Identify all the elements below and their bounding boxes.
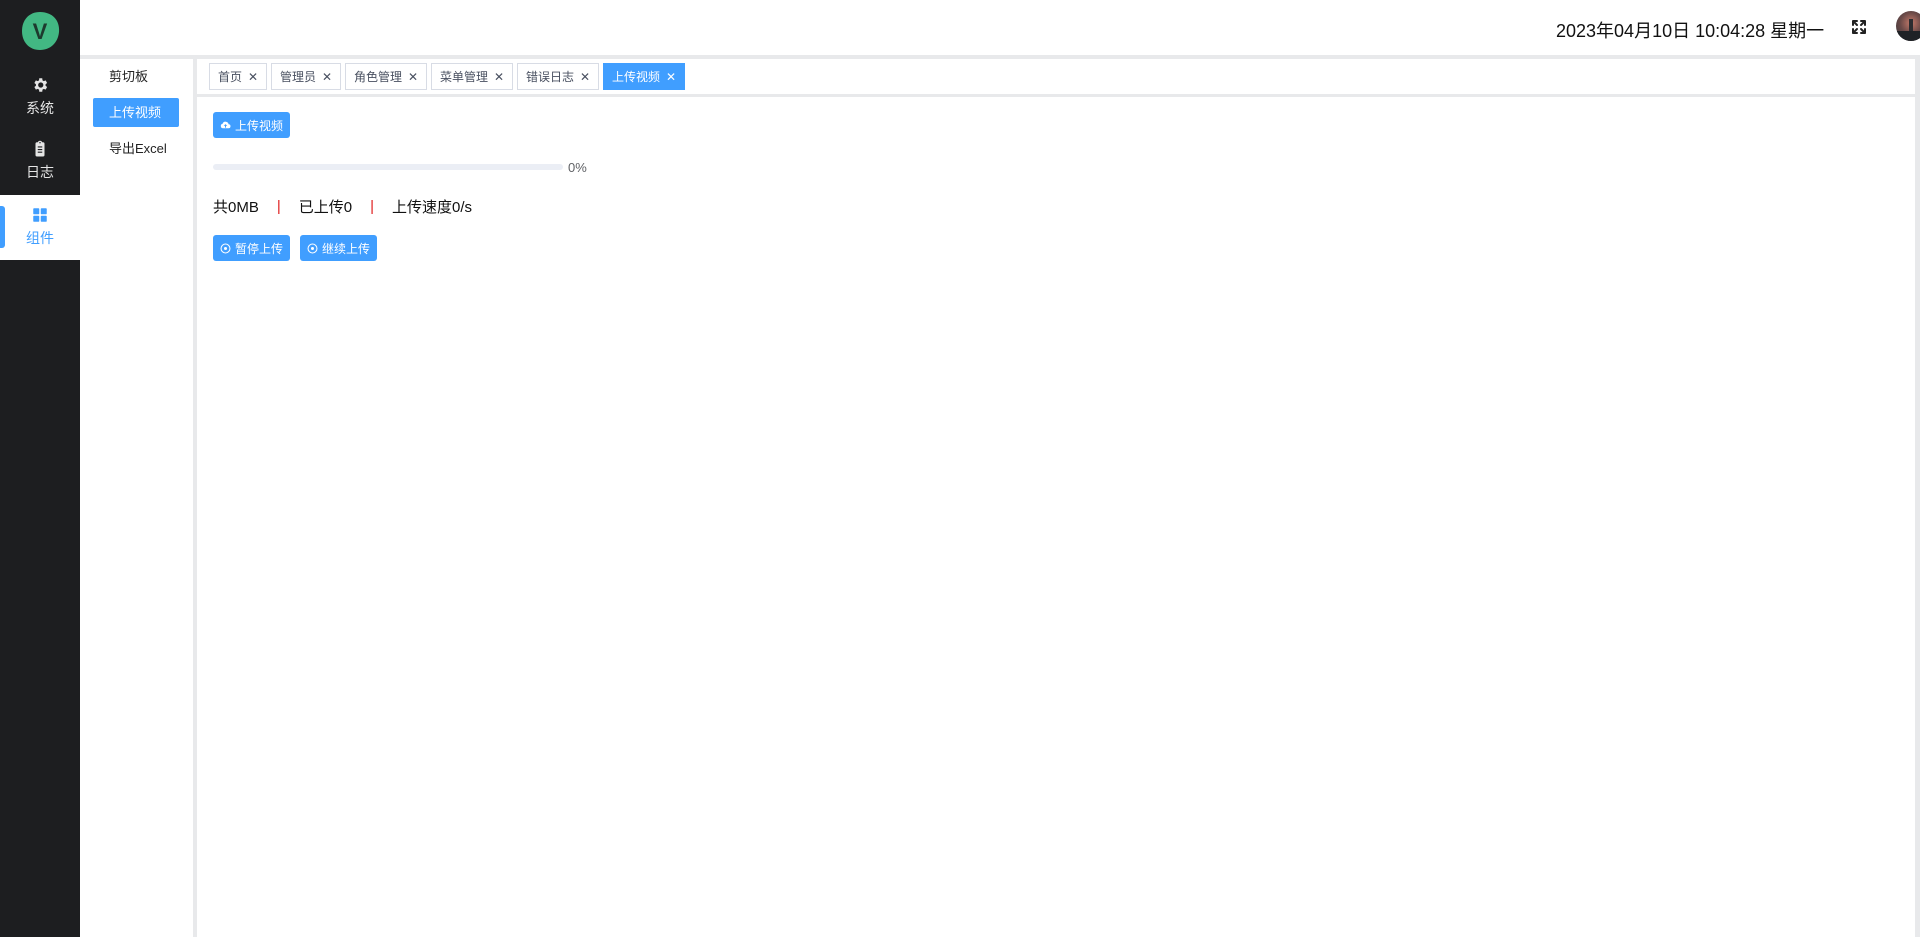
tab-label: 角色管理 — [354, 70, 403, 84]
tab-label: 首页 — [218, 70, 243, 84]
close-icon[interactable]: ✕ — [666, 71, 676, 83]
rail-item-label: 系统 — [26, 100, 54, 116]
progress-text: 0% — [568, 160, 587, 175]
tab-label: 错误日志 — [526, 70, 575, 84]
tab-upload-video[interactable]: 上传视频 ✕ — [603, 63, 686, 90]
tab-label: 上传视频 — [612, 70, 661, 84]
close-icon[interactable]: ✕ — [408, 71, 418, 83]
close-icon[interactable]: ✕ — [248, 71, 258, 83]
close-icon[interactable]: ✕ — [322, 71, 332, 83]
avatar-image — [1896, 19, 1920, 41]
grid-icon — [33, 208, 47, 222]
button-label: 继续上传 — [322, 241, 371, 256]
separator: | — [370, 198, 374, 215]
datetime-display: 2023年04月10日 10:04:28 星期一 — [1556, 21, 1825, 41]
total-size: 共0MB — [213, 199, 259, 216]
nav-rail: V 系统 日志 组件 — [0, 0, 80, 937]
tab-home[interactable]: 首页 ✕ — [209, 63, 268, 90]
main-content — [197, 97, 1915, 937]
rail-item-components[interactable]: 组件 — [0, 199, 80, 255]
rail-item-label: 日志 — [26, 164, 54, 180]
submenu-item-upload-video[interactable]: 上传视频 — [93, 98, 179, 127]
app-logo[interactable]: V — [19, 10, 61, 52]
submenu-item-export-excel[interactable]: 导出Excel — [93, 134, 179, 163]
rail-item-system[interactable]: 系统 — [0, 69, 80, 125]
close-icon[interactable]: ✕ — [580, 71, 590, 83]
tab-error-log[interactable]: 错误日志 ✕ — [517, 63, 600, 90]
cloud-upload-icon — [220, 121, 231, 128]
rail-item-log[interactable]: 日志 — [0, 133, 80, 189]
tab-menu-management[interactable]: 菜单管理 ✕ — [431, 63, 514, 90]
sub-menu: 剪切板 上传视频 导出Excel — [80, 59, 193, 937]
button-label: 上传视频 — [235, 118, 284, 133]
pause-circle-icon — [220, 243, 231, 253]
upload-progress-bar — [213, 164, 563, 170]
resume-upload-button[interactable]: 继续上传 — [300, 235, 378, 261]
play-circle-icon — [307, 243, 318, 253]
fullscreen-icon[interactable] — [1850, 18, 1868, 36]
tab-label: 管理员 — [280, 70, 317, 84]
top-header: 2023年04月10日 10:04:28 星期一 — [80, 0, 1920, 55]
upload-stats: 共0MB | 已上传0 | 上传速度0/s — [213, 196, 472, 217]
tab-admin[interactable]: 管理员 ✕ — [271, 63, 342, 90]
pause-upload-button[interactable]: 暂停上传 — [213, 235, 291, 261]
uploaded-size: 已上传0 — [298, 199, 353, 216]
clipboard-icon — [35, 140, 45, 157]
separator: | — [276, 198, 281, 215]
rail-item-label: 组件 — [26, 230, 54, 246]
logo-icon: V — [22, 12, 60, 50]
avatar[interactable] — [1896, 11, 1920, 41]
submenu-item-clipboard[interactable]: 剪切板 — [93, 62, 179, 91]
upload-speed: 上传速度0/s — [392, 199, 473, 216]
gear-icon — [34, 78, 48, 92]
button-label: 暂停上传 — [235, 241, 284, 256]
upload-video-button[interactable]: 上传视频 — [213, 112, 291, 138]
tab-label: 菜单管理 — [440, 70, 489, 84]
svg-text:V: V — [33, 19, 48, 44]
tab-role-management[interactable]: 角色管理 ✕ — [345, 63, 428, 90]
close-icon[interactable]: ✕ — [494, 71, 504, 83]
